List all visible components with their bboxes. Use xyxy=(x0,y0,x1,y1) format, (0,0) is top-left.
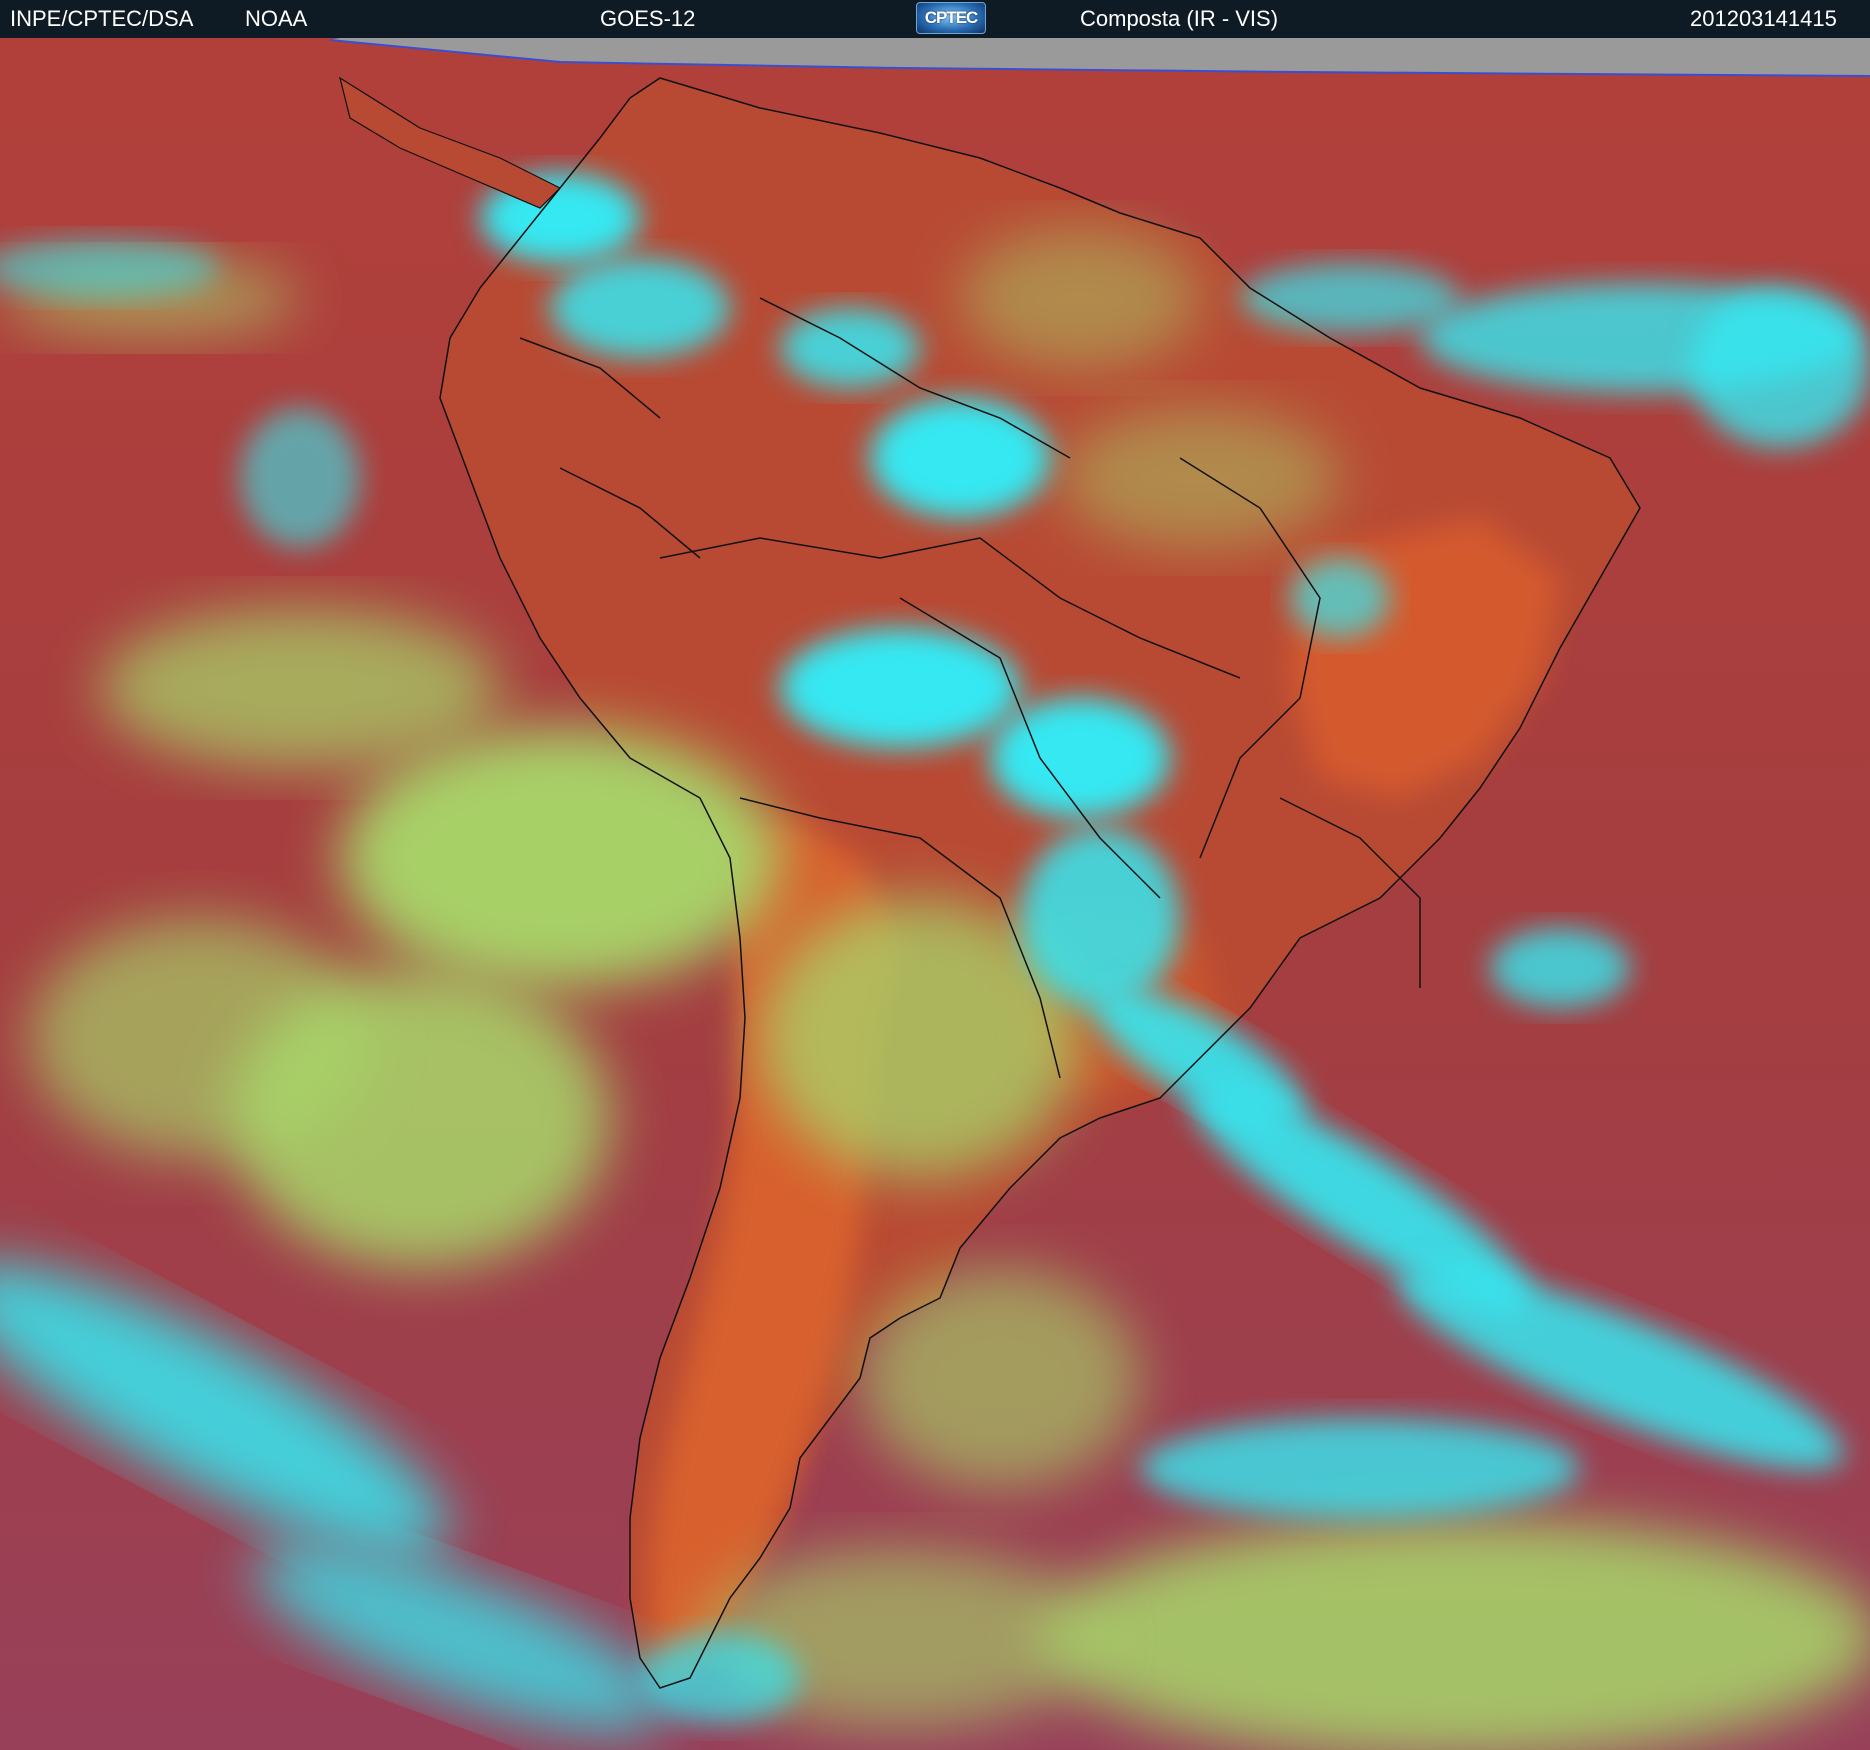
cptec-logo: CPTEC xyxy=(916,2,986,34)
image-header: INPE/CPTEC/DSA NOAA GOES-12 CPTEC Compos… xyxy=(0,0,1870,38)
cptec-logo-text: CPTEC xyxy=(924,8,979,27)
header-satellite: GOES-12 xyxy=(600,6,696,31)
satellite-composite-image xyxy=(0,38,1870,1750)
header-org: INPE/CPTEC/DSA xyxy=(10,6,194,31)
satellite-image-svg xyxy=(0,38,1870,1750)
header-agency: NOAA xyxy=(245,6,308,31)
header-timestamp: 201203141415 xyxy=(1690,6,1837,31)
header-product: Composta (IR - VIS) xyxy=(1080,6,1279,31)
